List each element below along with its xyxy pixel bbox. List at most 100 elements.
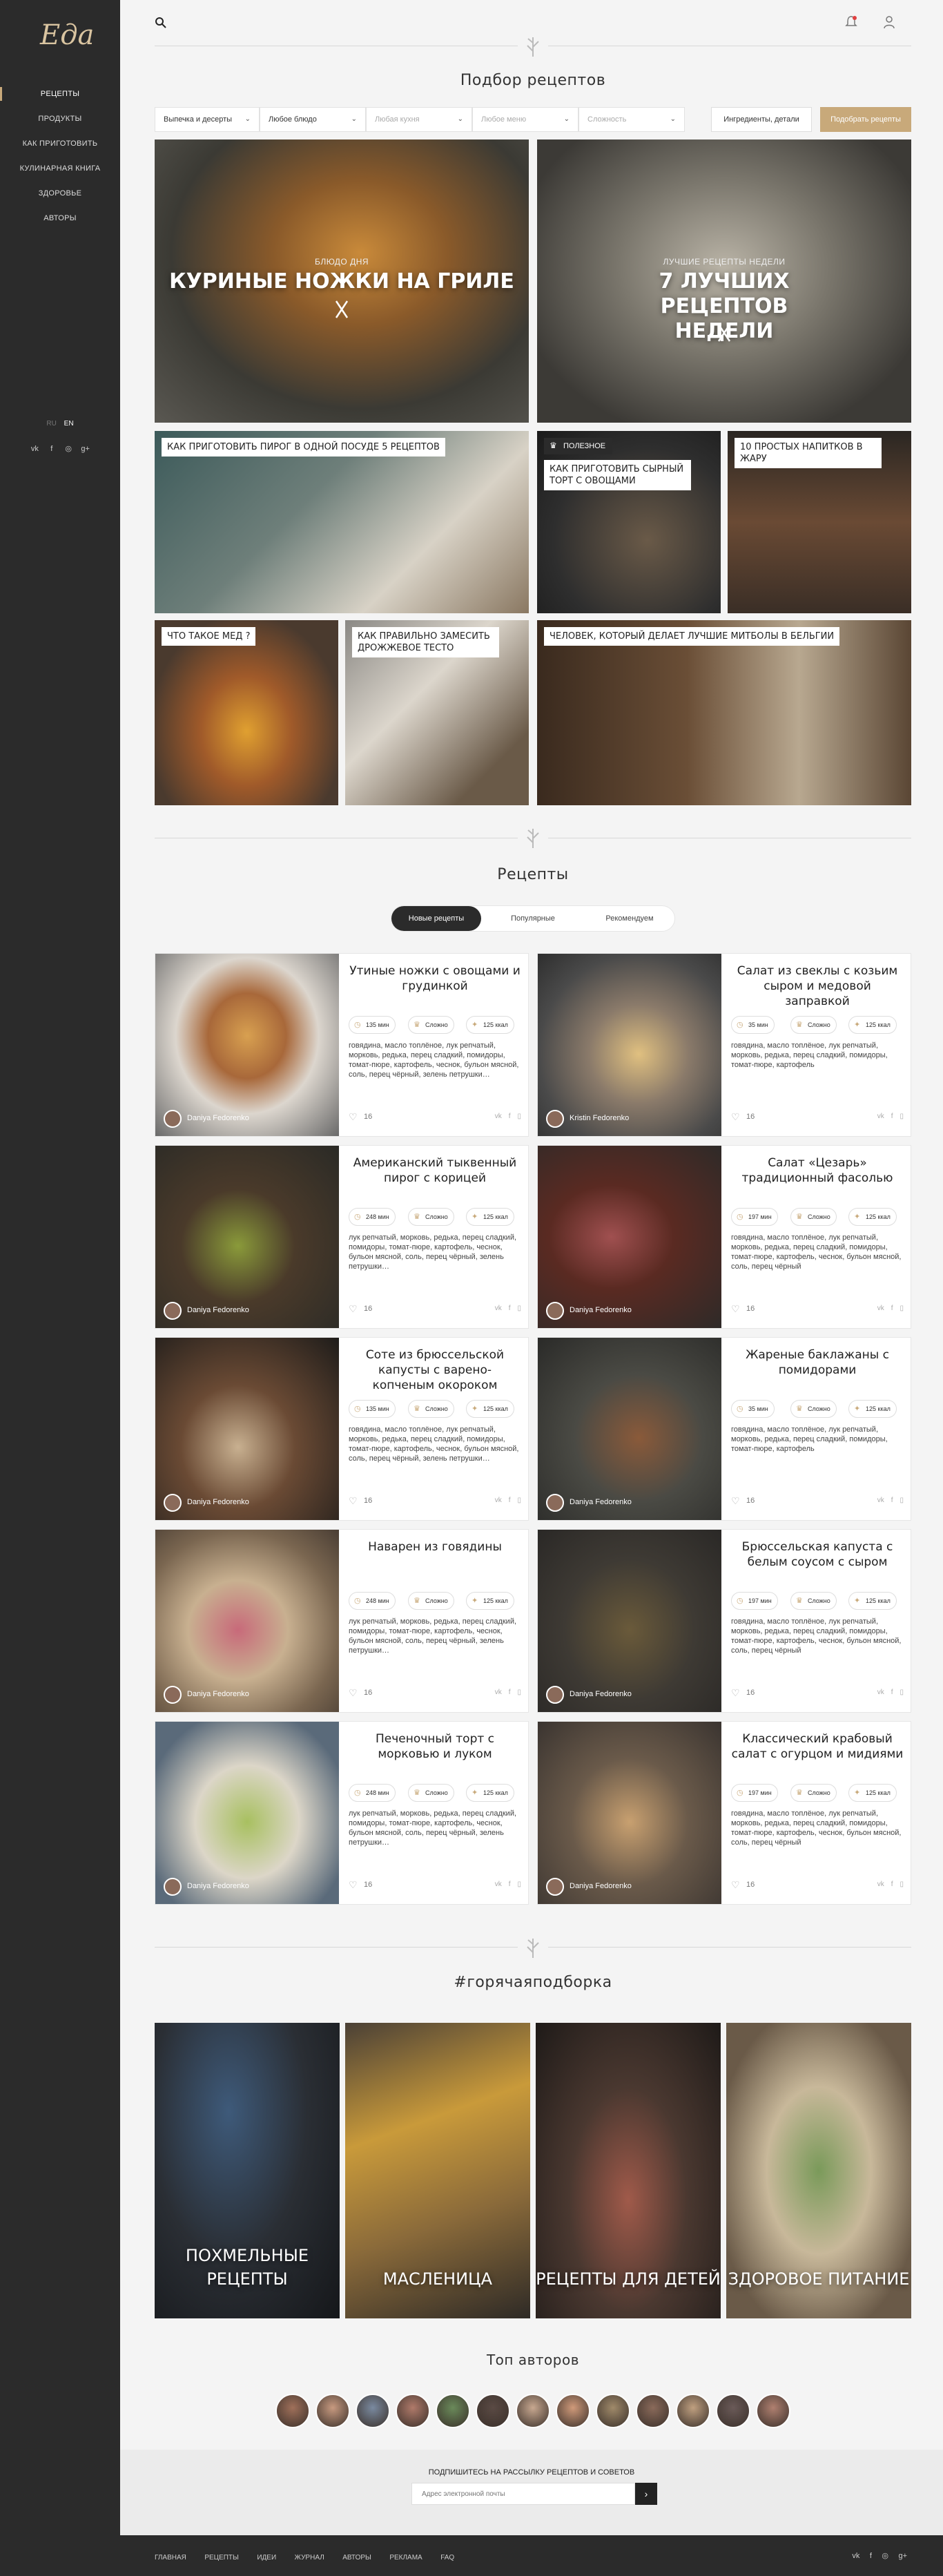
tab-popular[interactable]: Популярные [488,906,578,931]
vk-icon[interactable]: vk [30,445,39,453]
facebook-icon[interactable]: f [509,1881,511,1888]
heart-icon[interactable]: ♡ [349,1495,358,1507]
recipe-card[interactable]: Daniya Fedorenko Салат «Цезарь» традицион… [537,1145,911,1329]
footer-link-authors[interactable]: Авторы [342,2554,371,2561]
recipe-image[interactable]: Daniya Fedorenko [155,1146,339,1328]
facebook-icon[interactable]: f [47,445,57,453]
sidebar-item-howto[interactable]: Как приготовить [0,131,120,156]
author-avatar[interactable] [516,2394,550,2428]
ingredients-button[interactable]: Ингредиенты, детали [711,107,812,132]
collection-kids[interactable]: Рецепты для детей [536,2023,721,2318]
author-avatar[interactable] [676,2394,710,2428]
filter-cuisine[interactable]: Любая кухня ⌄ [366,107,472,132]
hero-best-recipes-week[interactable]: Лучшие рецепты недели 7 лучших рецептов … [537,140,911,423]
tile-summer-drinks[interactable]: 10 простых напитков в жару [728,431,911,613]
tile-yeast-dough[interactable]: Как правильно замесить дрожжевое тесто [345,620,529,805]
vk-icon[interactable]: vk [877,1305,884,1312]
lang-en[interactable]: EN [64,420,74,427]
heart-icon[interactable]: ♡ [731,1495,740,1507]
vk-icon[interactable]: vk [877,1113,884,1120]
footer-link-ads[interactable]: Реклама [389,2554,422,2561]
sidebar-item-recipes[interactable]: Рецепты [0,81,120,106]
sidebar-item-products[interactable]: Продукты [0,106,120,131]
googleplus-icon[interactable]: g+ [898,2552,907,2560]
tab-recommended[interactable]: Рекомендуем [585,906,674,931]
recipe-card[interactable]: Daniya Fedorenko Классический крабовый са… [537,1721,911,1905]
tile-cheese-cake[interactable]: ♛ Полезное Как приготовить сырный торт с … [537,431,721,613]
recipe-card[interactable]: Daniya Fedorenko Печеночный торт с морков… [155,1721,529,1905]
vk-icon[interactable]: vk [495,1305,502,1312]
recipe-title[interactable]: Классический крабовый салат с огурцом и … [731,1731,904,1762]
vk-icon[interactable]: vk [877,1689,884,1696]
bookmark-icon[interactable]: ▯ [900,1113,904,1120]
vk-icon[interactable]: vk [495,1881,502,1888]
heart-icon[interactable]: ♡ [731,1303,740,1315]
recipe-title[interactable]: Американский тыквенный пирог с корицей [349,1155,521,1186]
facebook-icon[interactable]: f [891,1113,893,1120]
bookmark-icon[interactable]: ▯ [900,1305,904,1312]
bookmark-icon[interactable]: ▯ [517,1305,521,1312]
vk-icon[interactable]: vk [495,1497,502,1504]
recipe-title[interactable]: Печеночный торт с морковью и луком [349,1731,521,1762]
tab-new[interactable]: Новые рецепты [391,906,481,931]
facebook-icon[interactable]: f [509,1305,511,1312]
recipe-image[interactable]: Daniya Fedorenko [155,1338,339,1520]
heart-icon[interactable]: ♡ [349,1687,358,1699]
author-avatar[interactable] [756,2394,790,2428]
recipe-title[interactable]: Салат из свеклы с козьим сыром и медовой… [731,963,904,1009]
footer-link-magazine[interactable]: Журнал [295,2554,324,2561]
heart-icon[interactable]: ♡ [731,1111,740,1123]
recipe-image[interactable]: Daniya Fedorenko [538,1530,721,1712]
heart-icon[interactable]: ♡ [731,1687,740,1699]
vk-icon[interactable]: vk [877,1881,884,1888]
tile-what-is-honey[interactable]: Что такое мед ? [155,620,338,805]
recipe-card[interactable]: Kristin Fedorenko Салат из свеклы с козьи… [537,953,911,1137]
author-avatar[interactable] [556,2394,590,2428]
facebook-icon[interactable]: f [509,1113,511,1120]
recipe-title[interactable]: Жареные баклажаны с помидорами [731,1347,904,1378]
bookmark-icon[interactable]: ▯ [517,1113,521,1120]
instagram-icon[interactable]: ◎ [64,444,73,453]
author-avatar[interactable] [716,2394,750,2428]
author-avatar[interactable] [356,2394,390,2428]
tile-meatballs-belgium[interactable]: Человек, который делает лучшие митболы в… [537,620,911,805]
facebook-icon[interactable]: f [509,1497,511,1504]
bookmark-icon[interactable]: ▯ [900,1689,904,1696]
filter-menu[interactable]: Любое меню ⌄ [472,107,579,132]
recipe-card[interactable]: Daniya Fedorenko Жареные баклажаны с поми… [537,1337,911,1521]
search-icon[interactable] [155,17,167,29]
recipe-image[interactable]: Kristin Fedorenko [538,954,721,1136]
instagram-icon[interactable]: ◎ [882,2551,888,2560]
collection-hangover[interactable]: Похмельные рецепты [155,2023,340,2318]
collection-maslenitsa[interactable]: Масленица [345,2023,530,2318]
recipe-title[interactable]: Соте из брюссельской капусты с варено-ко… [349,1347,521,1393]
facebook-icon[interactable]: f [891,1689,893,1696]
recipe-image[interactable]: Daniya Fedorenko [538,1146,721,1328]
footer-link-faq[interactable]: FAQ [440,2554,454,2561]
heart-icon[interactable]: ♡ [731,1879,740,1891]
email-field[interactable] [411,2483,635,2505]
collection-healthy[interactable]: Здоровое питание [726,2023,911,2318]
author-avatar[interactable] [596,2394,630,2428]
recipe-image[interactable]: Daniya Fedorenko [538,1338,721,1520]
recipe-image[interactable]: Daniya Fedorenko [155,954,339,1136]
filter-category[interactable]: Выпечка и десерты ⌄ [155,107,260,132]
footer-link-ideas[interactable]: Идеи [257,2554,276,2561]
recipe-card[interactable]: Daniya Fedorenko Брюссельская капуста с б… [537,1529,911,1713]
recipe-card[interactable]: Daniya Fedorenko Наварен из говядины ◷ 248 … [155,1529,529,1713]
bell-icon[interactable] [845,15,857,29]
vk-icon[interactable]: vk [877,1497,884,1504]
bookmark-icon[interactable]: ▯ [517,1881,521,1888]
recipe-card[interactable]: Daniya Fedorenko Утиные ножки с овощами и… [155,953,529,1137]
author-avatar[interactable] [476,2394,510,2428]
recipe-image[interactable]: Daniya Fedorenko [155,1530,339,1712]
filter-difficulty[interactable]: Сложность ⌄ [579,107,685,132]
recipe-image[interactable]: Daniya Fedorenko [538,1722,721,1904]
facebook-icon[interactable]: f [891,1497,893,1504]
heart-icon[interactable]: ♡ [349,1879,358,1891]
footer-link-home[interactable]: Главная [155,2554,186,2561]
author-avatar[interactable] [636,2394,670,2428]
facebook-icon[interactable]: f [509,1689,511,1696]
author-avatar[interactable] [275,2394,310,2428]
recipe-title[interactable]: Брюссельская капуста с белым соусом с сы… [731,1539,904,1570]
